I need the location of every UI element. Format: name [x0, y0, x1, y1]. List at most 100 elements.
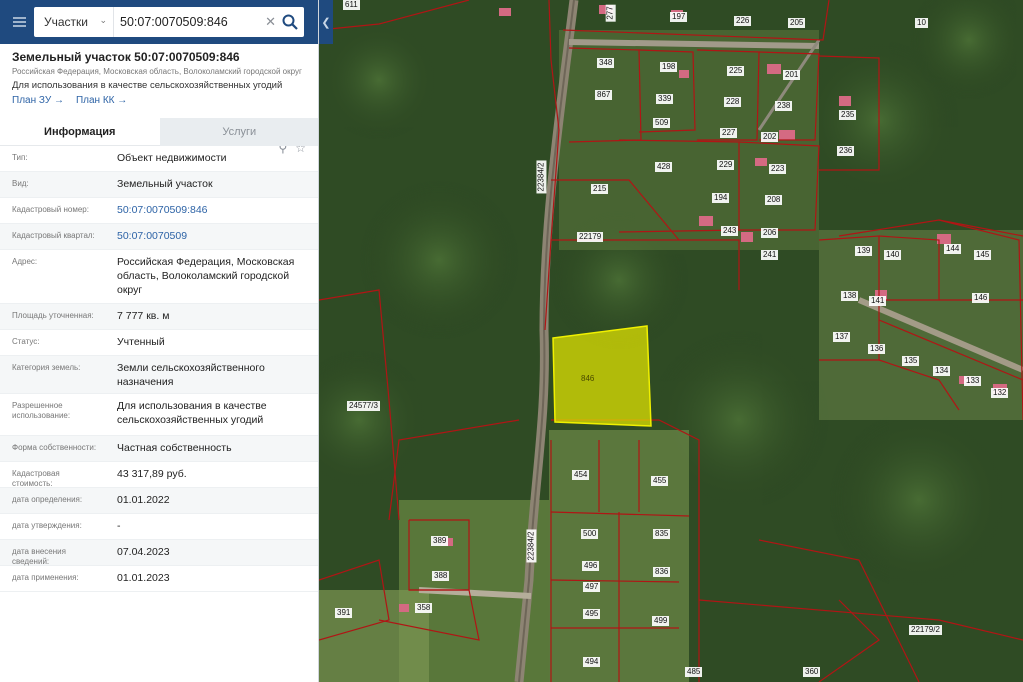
collapse-sidebar-chevron-icon[interactable]: ❮	[319, 0, 333, 44]
property-row: Площадь уточненная: 7 777 кв. м	[0, 304, 318, 330]
plot-number: 138	[841, 291, 859, 301]
plot-number: 226	[734, 16, 752, 26]
property-key: Тип:	[12, 153, 28, 162]
property-row: Форма собственности: Частная собственнос…	[0, 436, 318, 462]
plot-number: 389	[431, 536, 449, 546]
cadastral-quarter-link[interactable]: 50:07:0070509	[105, 224, 318, 249]
property-value: Для использования в качестве сельскохозя…	[117, 400, 267, 426]
property-value: 7 777 кв. м	[117, 310, 170, 322]
property-key: Вид:	[12, 179, 29, 188]
plot-number: 24577/3	[347, 401, 380, 411]
plot-number: 496	[582, 561, 600, 571]
cadastral-map[interactable]: 846 611 277 197 226 205 10 348 198 225 2…	[319, 0, 1023, 682]
property-key: дата внесения сведений:	[12, 547, 66, 566]
plan-kk-link[interactable]: План КК →	[76, 95, 127, 106]
plot-number: 277	[605, 4, 616, 22]
plot-number: 136	[868, 344, 886, 354]
property-row: Адрес: Российская Федерация, Московская …	[0, 250, 318, 304]
plot-number: 197	[670, 12, 688, 22]
road-north	[568, 39, 820, 49]
property-key: Кадастровая стоимость:	[12, 469, 60, 488]
plot-number: 339	[656, 94, 674, 104]
plot-number: 198	[660, 62, 678, 72]
plot-number: 836	[653, 567, 671, 577]
plot-number: 201	[783, 70, 801, 80]
plot-number: 140	[884, 250, 902, 260]
property-value: 01.01.2023	[117, 572, 170, 584]
plot-number: 454	[572, 470, 590, 480]
plot-number: 499	[652, 616, 670, 626]
property-row: Разрешенное использование: Для использов…	[0, 394, 318, 436]
info-sidebar: Участки ⌄ ✕ Земельный участок 50:07:0070…	[0, 0, 319, 682]
plot-number: 455	[651, 476, 669, 486]
parcel-permitted-use: Для использования в качестве сельскохозя…	[12, 80, 283, 91]
plot-number: 10	[915, 18, 928, 28]
plot-number: 495	[583, 609, 601, 619]
road-label: 22384/2	[536, 160, 547, 194]
property-value: -	[117, 520, 121, 532]
cadastral-number-link[interactable]: 50:07:0070509:846	[105, 198, 318, 223]
plot-number: 500	[581, 529, 599, 539]
tab-services[interactable]: Услуги	[159, 118, 318, 146]
plot-number: 225	[727, 66, 745, 76]
property-key: Форма собственности:	[12, 443, 97, 452]
property-key: Кадастровый номер:	[12, 205, 89, 214]
plot-number: 243	[721, 226, 739, 236]
plot-number: 227	[720, 128, 738, 138]
property-value: Объект недвижимости	[117, 152, 227, 164]
plan-zu-link[interactable]: План ЗУ →	[12, 95, 64, 106]
plot-number: 22179	[577, 232, 604, 242]
plot-number: 228	[724, 97, 742, 107]
selected-parcel-label[interactable]: 846	[581, 374, 594, 383]
property-row: дата определения: 01.01.2022	[0, 488, 318, 514]
property-list: Тип: Объект недвижимости Вид: Земельный …	[0, 146, 318, 592]
plot-number: 360	[803, 667, 821, 677]
property-value: 07.04.2023	[117, 546, 170, 558]
property-row: Категория земель: Земли сельскохозяйстве…	[0, 356, 318, 394]
property-value: 01.01.2022	[117, 494, 170, 506]
hamburger-menu-icon[interactable]	[0, 0, 38, 44]
plot-number: 144	[944, 244, 962, 254]
parcel-title: Земельный участок 50:07:0070509:846	[12, 50, 240, 64]
plot-number: 132	[991, 388, 1009, 398]
plot-number: 208	[765, 195, 783, 205]
plot-number: 391	[335, 608, 353, 618]
plot-number: 194	[712, 193, 730, 203]
plot-number: 229	[717, 160, 735, 170]
plot-number: 835	[653, 529, 671, 539]
plot-number: 133	[964, 376, 982, 386]
plot-number: 348	[597, 58, 615, 68]
parcel-links: План ЗУ → План КК →	[12, 95, 306, 106]
plot-number: 238	[775, 101, 793, 111]
search-type-select[interactable]: Участки ⌄	[34, 7, 114, 37]
plot-number: 611	[343, 0, 360, 10]
property-row: дата внесения сведений: 07.04.2023	[0, 540, 318, 566]
plot-number: 235	[839, 110, 857, 120]
search-type-label: Участки	[44, 15, 88, 29]
property-key: Разрешенное использование:	[12, 401, 71, 420]
parcel-address: Российская Федерация, Московская область…	[12, 67, 302, 76]
tab-bar: Информация Услуги	[0, 118, 318, 146]
search-icon[interactable]	[281, 13, 299, 31]
property-key: дата применения:	[12, 573, 79, 582]
plot-number: 206	[761, 228, 779, 238]
road-label: 22384/2	[526, 529, 537, 563]
plot-number: 358	[415, 603, 433, 613]
property-row: Кадастровая стоимость: 43 317,89 руб.	[0, 462, 318, 488]
plot-number: 137	[833, 332, 851, 342]
plot-number: 428	[655, 162, 673, 172]
property-value: Земельный участок	[117, 178, 213, 190]
plot-number: 141	[869, 296, 887, 306]
plot-number: 135	[902, 356, 920, 366]
search-input[interactable]	[114, 8, 264, 36]
clear-icon[interactable]: ✕	[265, 14, 276, 30]
selected-parcel	[552, 325, 652, 427]
plot-number: 241	[761, 250, 779, 260]
property-row: Вид: Земельный участок	[0, 172, 318, 198]
plot-number: 215	[591, 184, 609, 194]
plot-number: 236	[837, 146, 855, 156]
tab-information[interactable]: Информация	[0, 118, 160, 146]
plot-number: 146	[972, 293, 990, 303]
property-key: Статус:	[12, 337, 40, 346]
property-row: дата утверждения: -	[0, 514, 318, 540]
